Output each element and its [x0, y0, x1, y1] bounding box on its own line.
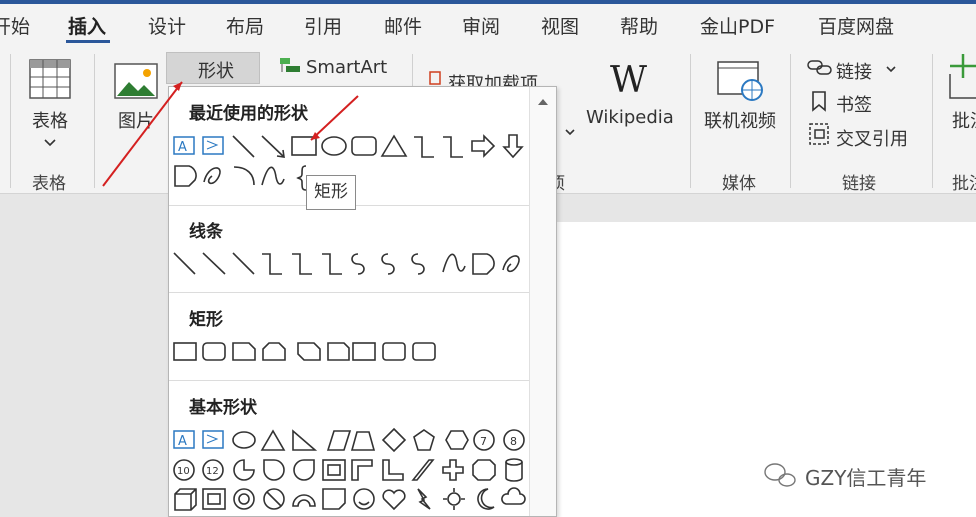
curved-connector-shape[interactable]: [351, 253, 365, 275]
elbow-arrow-connector-shape[interactable]: [443, 136, 463, 158]
vertical-text-box-shape[interactable]: [202, 136, 224, 155]
sun-shape[interactable]: [443, 488, 465, 510]
diagonal-stripe-shape[interactable]: [411, 459, 435, 481]
arc-shape[interactable]: [233, 166, 255, 186]
down-arrow-shape[interactable]: [502, 134, 524, 159]
text-box-shape[interactable]: A: [173, 430, 195, 449]
oval-shape[interactable]: [232, 431, 256, 449]
oval-shape[interactable]: [321, 136, 347, 156]
rounded-rectangle-shape[interactable]: [351, 136, 377, 156]
donut-shape[interactable]: [233, 488, 255, 510]
snip-diagonal-rectangle-shape[interactable]: [297, 342, 321, 361]
round-same-side-rectangle-shape[interactable]: [382, 342, 406, 361]
triangle-shape[interactable]: [380, 134, 408, 157]
svg-text:A: A: [178, 434, 187, 449]
decagon-shape[interactable]: 10: [173, 459, 195, 481]
heart-shape[interactable]: [382, 489, 406, 511]
dodecagon-shape[interactable]: 12: [202, 459, 224, 481]
can-shape[interactable]: [505, 458, 523, 482]
pentagon-shape[interactable]: [413, 429, 435, 451]
svg-text:7: 7: [480, 435, 487, 448]
no-symbol-shape[interactable]: [263, 488, 285, 510]
freeform-shape[interactable]: [472, 253, 495, 275]
hexagon-shape[interactable]: [445, 430, 469, 450]
plaque-shape[interactable]: [472, 459, 496, 481]
lightning-bolt-shape[interactable]: [417, 488, 431, 510]
svg-text:A: A: [178, 140, 187, 155]
triangle-shape[interactable]: [260, 429, 286, 451]
arrow-line-shape[interactable]: [261, 135, 285, 158]
watermark-text: GZY信工青年: [805, 466, 927, 490]
block-arc-shape[interactable]: [292, 494, 316, 507]
bevel-shape[interactable]: [202, 488, 226, 510]
moon-shape[interactable]: [477, 488, 495, 510]
pie-shape[interactable]: [233, 459, 255, 481]
line-shape[interactable]: [173, 252, 196, 275]
heptagon-shape[interactable]: 7: [473, 429, 495, 451]
octagon-shape[interactable]: 8: [503, 429, 525, 451]
right-arrow-shape[interactable]: [471, 134, 496, 158]
parallelogram-shape[interactable]: [326, 430, 352, 451]
right-triangle-shape[interactable]: [292, 429, 318, 451]
svg-text:10: 10: [177, 466, 190, 477]
rectangle-shape[interactable]: [173, 342, 197, 361]
half-frame-shape[interactable]: [351, 459, 373, 481]
diamond-shape[interactable]: [381, 427, 407, 453]
chord-shape[interactable]: [293, 459, 315, 481]
round-corner-rectangle-shape[interactable]: [352, 342, 376, 361]
freeform-shape[interactable]: [174, 165, 197, 187]
l-shape[interactable]: [382, 459, 404, 481]
frame-shape[interactable]: [322, 459, 346, 481]
elbow-arrow-connector-shape[interactable]: [292, 253, 312, 275]
line-shape[interactable]: [232, 135, 255, 158]
teardrop-shape[interactable]: [263, 459, 285, 481]
vertical-text-box-shape[interactable]: [202, 430, 224, 449]
annotation-arrow: [310, 95, 359, 141]
trapezoid-shape[interactable]: [350, 431, 376, 451]
cross-shape[interactable]: [442, 459, 464, 481]
cloud-shape[interactable]: [501, 487, 526, 505]
scribble-shape[interactable]: [502, 255, 520, 273]
scribble-shape[interactable]: [203, 167, 221, 185]
arrow-line-shape[interactable]: [202, 252, 226, 275]
annotation-arrow: [102, 81, 183, 187]
snip-corner-rectangle-shape[interactable]: [232, 342, 256, 361]
elbow-connector-shape[interactable]: [414, 136, 434, 158]
round-diagonal-rectangle-shape[interactable]: [412, 342, 436, 361]
left-brace-shape[interactable]: [296, 165, 307, 191]
svg-text:8: 8: [510, 435, 517, 448]
rectangle-tooltip: 矩形: [306, 175, 356, 210]
double-arrow-line-shape[interactable]: [232, 252, 255, 275]
svg-text:12: 12: [206, 466, 219, 477]
text-box-shape[interactable]: A: [173, 136, 195, 155]
cube-shape[interactable]: [174, 488, 197, 511]
curve-shape[interactable]: [261, 166, 285, 186]
gallery-shapes: A A 7 8 10 12: [102, 81, 526, 511]
curved-arrow-connector-shape[interactable]: [381, 253, 395, 275]
snip-same-side-rectangle-shape[interactable]: [262, 342, 286, 361]
elbow-double-arrow-connector-shape[interactable]: [322, 253, 342, 275]
elbow-connector-shape[interactable]: [262, 253, 282, 275]
folded-corner-shape[interactable]: [322, 488, 346, 510]
curved-double-arrow-connector-shape[interactable]: [411, 253, 425, 275]
snip-round-rectangle-shape[interactable]: [327, 342, 350, 361]
curve-shape[interactable]: [442, 253, 466, 273]
rounded-rectangle-shape[interactable]: [202, 342, 226, 361]
smiley-face-shape[interactable]: [353, 488, 375, 510]
